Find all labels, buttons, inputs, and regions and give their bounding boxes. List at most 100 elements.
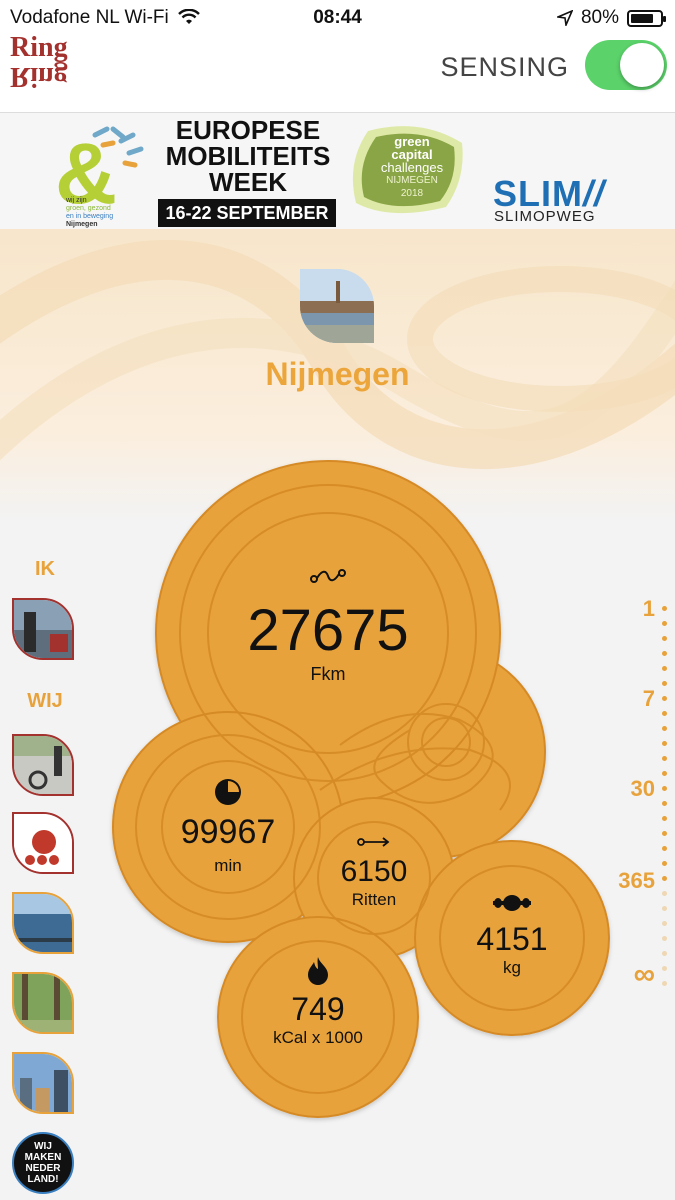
group-thumb-trees[interactable] (12, 972, 74, 1034)
scale-dot (662, 636, 667, 641)
event-title: EUROPESE MOBILITEITS WEEK (158, 117, 338, 195)
event-banner[interactable]: & wij zijn groen, gezond en in beweging … (0, 113, 675, 229)
scale-dot (662, 921, 667, 926)
tagline-line: wij zijn (66, 197, 87, 204)
event-title-line: MOBILITEITS (165, 141, 331, 171)
scale-dot (662, 936, 667, 941)
scale-dot (662, 786, 667, 791)
group-thumb-city[interactable] (12, 1052, 74, 1114)
trips-unit: Ritten (351, 890, 397, 909)
scale-dot (662, 606, 667, 611)
badge-line: WIJ (34, 1141, 52, 1152)
city-name[interactable]: Nijmegen (0, 356, 675, 393)
tagline-line: Nijmegen (66, 221, 98, 228)
time-value: 99967 (180, 813, 276, 851)
route-icon (310, 569, 346, 583)
scale-dot (662, 681, 667, 686)
city-skyline-image (300, 269, 374, 343)
group-thumb-cyclist[interactable] (12, 734, 74, 796)
logo-top-text: Ring (10, 32, 68, 63)
app-header: Ring Ring SENSING (0, 34, 675, 113)
ik-avatar[interactable] (12, 598, 74, 660)
distance-value: 27675 (247, 598, 409, 663)
period-selector[interactable]: 1 7 30 365 ∞ (605, 590, 675, 1010)
ik-label: IK (35, 558, 55, 580)
event-title-line: WEEK (209, 167, 287, 197)
wij-label: WIJ (27, 690, 63, 712)
scale-dot (662, 771, 667, 776)
scale-dot (662, 861, 667, 866)
green-capital-text: green capital challenges NIJMEGEN 2018 (362, 135, 462, 200)
co2-value: 4151 (476, 921, 548, 957)
co2-unit: kg (503, 958, 521, 977)
arrow-icon (357, 837, 390, 847)
stat-time[interactable]: 99967 min (158, 778, 298, 876)
scale-dot (662, 621, 667, 626)
group-logo-image (14, 814, 72, 872)
scale-dot (662, 966, 667, 971)
badge-line: NEDER (25, 1163, 61, 1174)
clock-icon (215, 779, 241, 805)
user-photo-image (14, 600, 72, 658)
calories-value: 749 (291, 991, 345, 1027)
stat-calories[interactable]: 749 kCal x 1000 (248, 956, 388, 1048)
scale-dot (662, 816, 667, 821)
cyclist-photo-image (14, 736, 72, 794)
event-dates: 16-22 SEPTEMBER (158, 199, 336, 227)
sensing-toggle[interactable] (585, 40, 667, 90)
sensing-label: SENSING (440, 52, 569, 82)
scale-dot (662, 951, 667, 956)
trips-value: 6150 (340, 855, 408, 888)
scale-dot (662, 831, 667, 836)
scale-dot (662, 846, 667, 851)
scale-dot (662, 696, 667, 701)
flame-icon (308, 957, 328, 985)
status-right: 80% (556, 7, 666, 29)
scale-dot (662, 891, 667, 896)
scale-dot (662, 711, 667, 716)
scale-dot (662, 666, 667, 671)
calories-unit: kCal x 1000 (273, 1028, 363, 1047)
group-thumb-water[interactable] (12, 892, 74, 954)
status-bar: Vodafone NL Wi-Fi 08:44 80% (0, 0, 675, 34)
battery-level-fill (631, 13, 654, 23)
period-option-7[interactable]: 7 (643, 686, 655, 712)
scale-dot (662, 801, 667, 806)
location-arrow-icon (556, 10, 573, 26)
scale-dot (662, 726, 667, 731)
period-option-30[interactable]: 30 (631, 776, 655, 802)
toggle-knob[interactable] (620, 43, 664, 87)
water-photo-image (14, 894, 72, 952)
tagline-line: en in beweging (66, 213, 114, 220)
scale-dot (662, 981, 667, 986)
scale-dot (662, 756, 667, 761)
weight-icon (493, 895, 531, 911)
stat-trips[interactable]: 6150 Ritten (314, 836, 434, 910)
banner-tagline: wij zijn groen, gezond en in beweging Ni… (66, 197, 113, 229)
battery-icon (627, 9, 666, 27)
slim-subtitle: SLIMOPWEG (494, 208, 596, 225)
tagline-line: groen, gezond (66, 205, 111, 212)
gcc-line: 2018 (400, 188, 424, 199)
wij-maken-nederland-badge[interactable]: WIJ MAKEN NEDER LAND! (12, 1132, 74, 1194)
badge-line: LAND! (27, 1174, 59, 1185)
scale-dot (662, 651, 667, 656)
gcc-line: NIJMEGEN (386, 175, 438, 186)
logo-bottom-text: Ring (10, 61, 68, 92)
trees-photo-image (14, 974, 72, 1032)
group-thumb-logo[interactable] (12, 812, 74, 874)
event-title-line: EUROPESE (175, 115, 321, 145)
period-option-365[interactable]: 365 (618, 868, 655, 894)
period-option-1[interactable]: 1 (643, 596, 655, 622)
battery-percent: 80% (580, 7, 619, 28)
badge-line: MAKEN (24, 1152, 62, 1163)
gcc-line: challenges (380, 160, 444, 175)
distance-unit: Fkm (310, 664, 346, 684)
period-option-infinity[interactable]: ∞ (634, 958, 655, 992)
stat-co2[interactable]: 4151 kg (452, 894, 572, 978)
scale-dot (662, 906, 667, 911)
time-unit: min (214, 856, 242, 875)
stat-distance[interactable]: 27675 Fkm (228, 568, 428, 685)
ringring-logo[interactable]: Ring Ring (10, 34, 76, 100)
city-section: Nijmegen (0, 229, 675, 519)
